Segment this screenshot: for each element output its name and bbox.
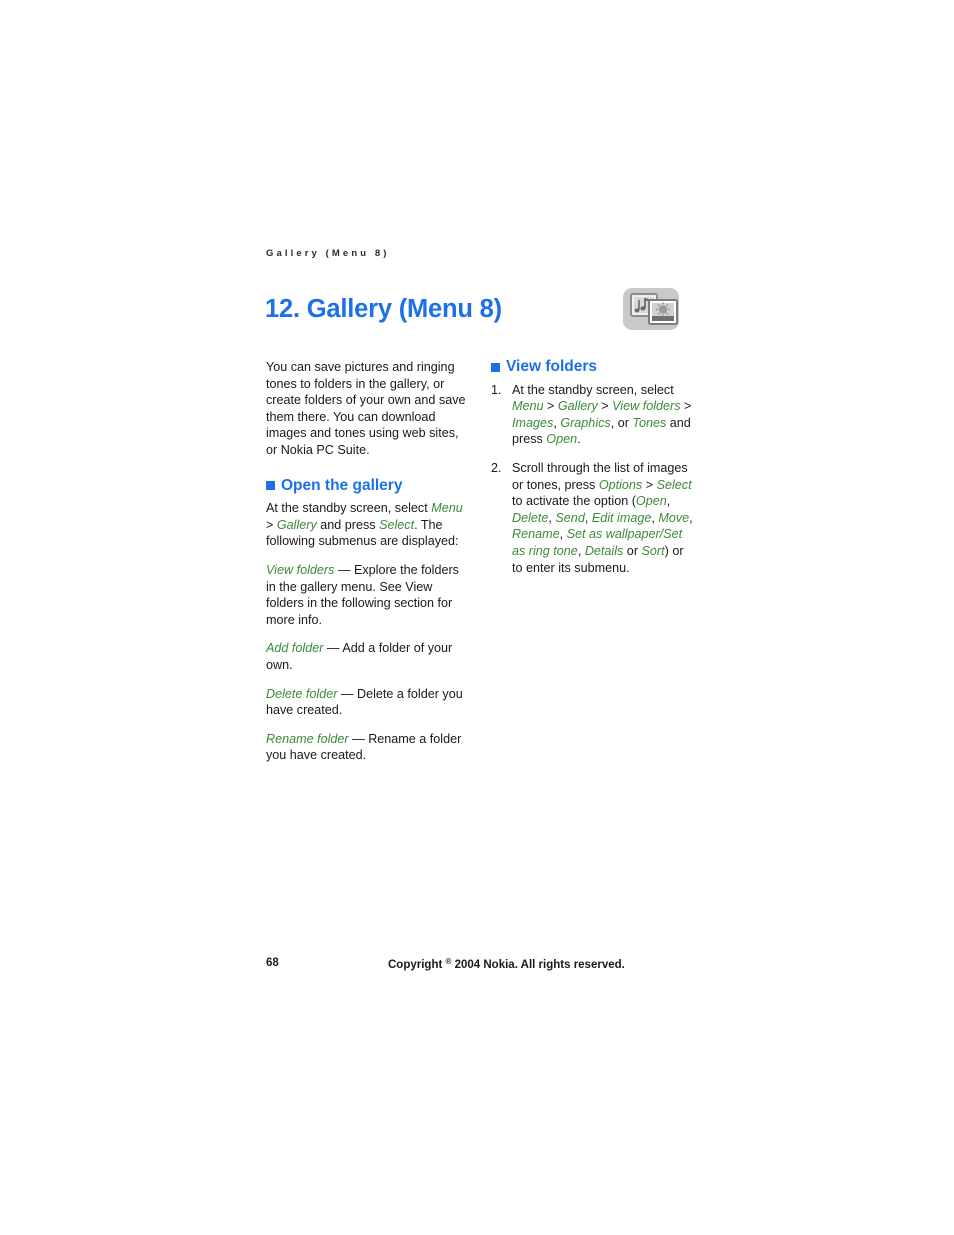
ui-term-edit-image: Edit image	[591, 510, 652, 525]
ui-term-menu: Menu	[512, 399, 544, 414]
step-text: to activate the option (	[512, 494, 636, 509]
copyright-pre: Copyright	[388, 959, 446, 971]
step-text: , or	[610, 415, 633, 430]
step-number: 2.	[491, 460, 502, 475]
section-heading-open-the-gallery: Open the gallery	[266, 476, 468, 495]
ui-term-menu: Menu	[431, 501, 463, 516]
comma: ,	[689, 510, 693, 525]
list-item: 1. At the standby screen, select Menu > G…	[491, 382, 693, 448]
ui-term-rename-folder: Rename folder	[266, 731, 349, 746]
footer-copyright: Copyright ® 2004 Nokia. All rights reser…	[388, 957, 625, 971]
ui-term-delete-folder: Delete folder	[266, 686, 338, 701]
ui-term-set-as-wallpaper: Set as wallpaper	[566, 527, 660, 542]
page: Gallery (Menu 8) 12. Gallery (Menu 8) Yo…	[0, 0, 954, 1235]
comma: ,	[584, 510, 592, 525]
ui-term-gallery: Gallery	[276, 517, 317, 532]
ui-term-view-folders: View folders	[266, 562, 335, 577]
footer-page-number: 68	[266, 957, 279, 969]
step-text: At the standby screen, select	[512, 382, 674, 397]
open-gallery-mid: and press	[316, 517, 380, 532]
ui-term-select: Select	[656, 477, 692, 492]
section-heading-view-folders: View folders	[491, 358, 693, 376]
section-heading-label: Open the gallery	[281, 476, 403, 494]
ui-term-view-folders: View folders	[612, 399, 681, 414]
page-title: 12. Gallery (Menu 8)	[265, 295, 502, 324]
intro-paragraph: You can save pictures and ringing tones …	[266, 360, 466, 457]
ui-term-open: Open	[635, 494, 667, 509]
ui-term-open: Open	[546, 432, 578, 447]
gallery-icon	[621, 286, 687, 332]
ui-term-sort: Sort	[641, 543, 665, 558]
open-gallery-intro: At the standby screen, select Menu > Gal…	[266, 500, 468, 550]
square-bullet-icon	[491, 362, 500, 372]
running-header: Gallery (Menu 8)	[266, 248, 390, 259]
comma: ,	[559, 527, 567, 542]
em-dash: —	[337, 686, 357, 701]
ui-term-tones: Tones	[632, 415, 667, 430]
separator-gt: >	[266, 517, 277, 532]
step-text: .	[577, 432, 581, 447]
ui-term-select: Select	[379, 517, 415, 532]
separator-gt: >	[642, 477, 657, 492]
ui-term-graphics: Graphics	[560, 415, 611, 430]
copyright-post: 2004 Nokia. All rights reserved.	[451, 959, 625, 971]
ui-term-options: Options	[598, 477, 643, 492]
em-dash: —	[348, 731, 369, 746]
submenu-item-delete-folder: Delete folder — Delete a folder you have…	[266, 686, 468, 719]
ui-term-rename: Rename	[512, 527, 560, 542]
square-bullet-icon	[266, 481, 275, 491]
list-item: 2. Scroll through the list of images or t…	[491, 460, 693, 576]
section-heading-label: View folders	[506, 358, 598, 375]
submenu-item-rename-folder: Rename folder — Rename a folder you have…	[266, 731, 468, 764]
separator-gt: >	[597, 399, 613, 414]
open-gallery-lead: At the standby screen, select	[266, 501, 432, 516]
ui-term-add-folder: Add folder	[266, 641, 324, 656]
separator-gt: >	[543, 399, 558, 414]
em-dash: —	[323, 641, 343, 656]
right-column: View folders 1. At the standby screen, se…	[491, 358, 693, 588]
step-text: or	[623, 543, 642, 558]
ui-term-move: Move	[658, 510, 690, 525]
comma: ,	[666, 494, 671, 509]
ui-term-send: Send	[555, 510, 585, 525]
ui-term-images: Images	[512, 415, 554, 430]
left-column: You can save pictures and ringing tones …	[266, 359, 468, 776]
separator-gt: >	[680, 399, 692, 414]
submenu-item-view-folders: View folders — Explore the folders in th…	[266, 562, 468, 628]
steps-list: 1. At the standby screen, select Menu > G…	[491, 382, 693, 577]
comma: ,	[577, 543, 585, 558]
em-dash: —	[334, 562, 354, 577]
ui-term-details: Details	[584, 543, 624, 558]
ui-term-delete: Delete	[512, 510, 549, 525]
ui-term-gallery: Gallery	[557, 399, 598, 414]
submenu-item-add-folder: Add folder — Add a folder of your own.	[266, 640, 468, 673]
step-number: 1.	[491, 382, 502, 397]
